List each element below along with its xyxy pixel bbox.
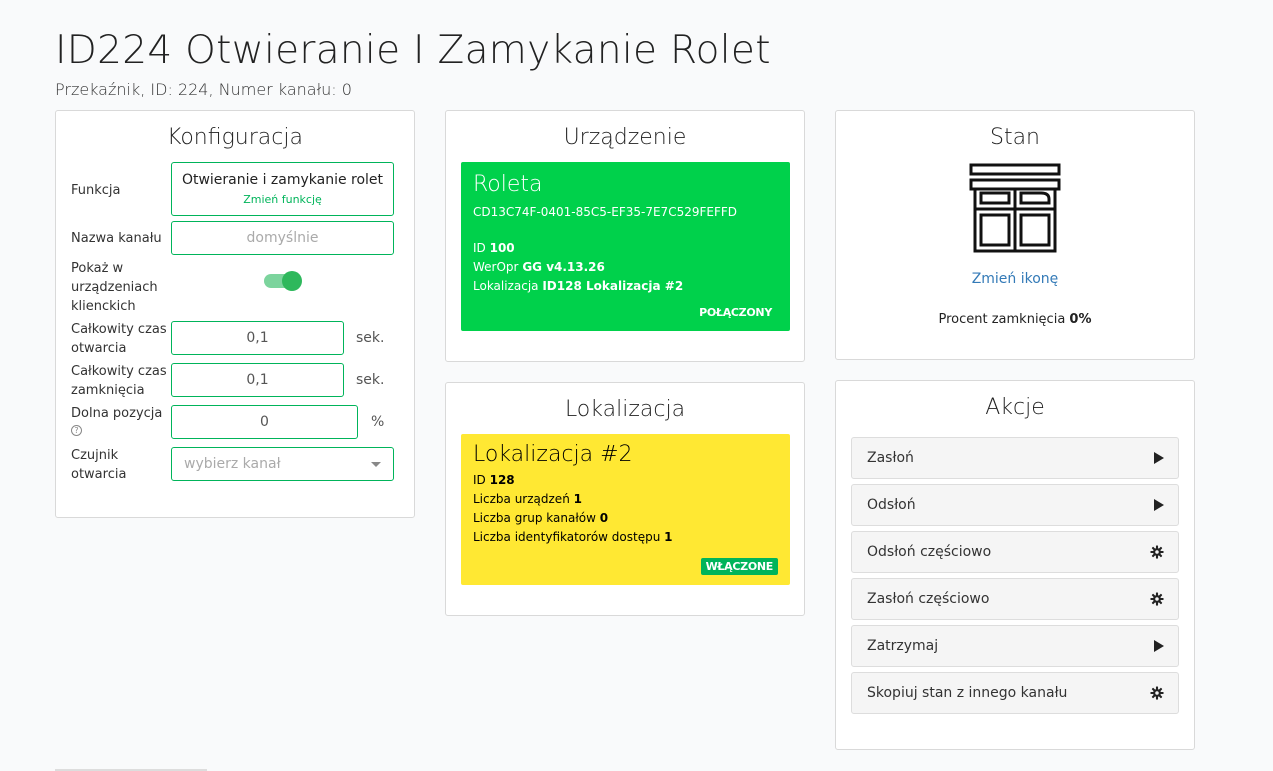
open-sensor-label: Czujnik otwarcia <box>71 446 126 484</box>
device-panel: Urządzenie Roleta CD13C74F-0401-85C5-EF3… <box>445 110 805 362</box>
play-icon <box>1154 640 1164 652</box>
function-label: Funkcja <box>71 183 121 198</box>
location-status-badge: WŁĄCZONE <box>700 558 778 575</box>
action-label: Skopiuj stan z innego kanału <box>867 685 1068 701</box>
device-location-line: Lokalizacja ID128 Lokalizacja #2 <box>473 277 778 296</box>
device-location-value: ID128 Lokalizacja #2 <box>542 279 684 293</box>
configuration-panel: Konfiguracja Funkcja Otwieranie i zamyka… <box>55 110 415 518</box>
open-time-label-line-2: otwarcia <box>71 341 127 356</box>
sensor-label-line-1: Czujnik <box>71 448 119 463</box>
play-icon <box>1154 452 1164 464</box>
action-label: Zasłoń <box>867 450 914 466</box>
actions-title: Akcje <box>985 395 1045 420</box>
action-reveal-shut-button[interactable]: Zasłoń <box>851 437 1179 479</box>
gear-icon <box>1150 686 1164 700</box>
action-reveal-partially-button[interactable]: Odsłoń częściowo <box>851 531 1179 573</box>
bottom-position-label: Dolna pozycja <box>71 406 163 421</box>
location-id-label: ID <box>473 473 486 487</box>
open-time-input[interactable]: 0,1 <box>171 321 344 355</box>
close-time-label-line-1: Całkowity czas <box>71 364 167 379</box>
location-access-line: Liczba identyfikatorów dostępu 1 <box>473 528 778 547</box>
action-shut-partially-button[interactable]: Zasłoń częściowo <box>851 578 1179 620</box>
channel-name-label: Nazwa kanału <box>71 231 162 246</box>
device-firmware-line: WerOpr GG v4.13.26 <box>473 258 778 277</box>
gear-icon <box>1150 545 1164 559</box>
chevron-down-icon <box>371 462 381 467</box>
state-title: Stan <box>989 125 1040 150</box>
location-panel: Lokalizacja Lokalizacja #2 ID 128 Liczba… <box>445 382 805 616</box>
show-label-line-3: klienckich <box>71 299 136 314</box>
location-card[interactable]: Lokalizacja #2 ID 128 Liczba urządzeń 1 … <box>461 434 790 585</box>
open-time-label-line-1: Całkowity czas <box>71 322 167 337</box>
action-label: Zasłoń częściowo <box>867 591 990 607</box>
change-icon-link[interactable]: Zmień ikonę <box>836 271 1194 287</box>
action-reveal-button[interactable]: Odsłoń <box>851 484 1179 526</box>
device-id-label: ID <box>473 241 486 255</box>
configuration-title: Konfiguracja <box>167 125 303 150</box>
location-devices-value: 1 <box>573 492 582 506</box>
function-box[interactable]: Otwieranie i zamykanie rolet Zmień funkc… <box>171 162 394 216</box>
location-access-value: 1 <box>664 530 673 544</box>
close-time-unit: sek. <box>356 372 385 388</box>
gear-icon <box>1150 592 1164 606</box>
open-time-label: Całkowity czas otwarcia <box>71 320 167 358</box>
close-time-input[interactable]: 0,1 <box>171 363 344 397</box>
play-icon <box>1154 499 1164 511</box>
close-time-label: Całkowity czas zamknięcia <box>71 362 167 400</box>
action-label: Odsłoń częściowo <box>867 544 992 560</box>
location-access-label: Liczba identyfikatorów dostępu <box>473 530 661 544</box>
device-name: Roleta <box>473 172 543 197</box>
device-status: POŁĄCZONY <box>699 306 772 319</box>
location-groups-value: 0 <box>599 511 609 525</box>
device-firmware-value: GG v4.13.26 <box>522 260 605 274</box>
page-title: ID224 Otwieranie I Zamykanie Rolet <box>55 28 771 73</box>
location-groups-line: Liczba grup kanałów 0 <box>473 509 778 528</box>
help-icon[interactable]: ? <box>71 425 82 436</box>
device-title: Urządzenie <box>563 125 687 150</box>
device-guid: CD13C74F-0401-85C5-EF35-7E7C529FEFFD <box>473 205 737 219</box>
location-devices-line: Liczba urządzeń 1 <box>473 490 778 509</box>
action-label: Odsłoń <box>867 497 916 513</box>
show-in-clients-toggle[interactable] <box>264 271 302 291</box>
show-label-line-2: urządzeniach <box>71 280 158 295</box>
action-copy-state-button[interactable]: Skopiuj stan z innego kanału <box>851 672 1179 714</box>
location-name: Lokalizacja #2 <box>473 442 633 467</box>
channel-name-input[interactable]: domyślnie <box>171 221 394 255</box>
open-time-unit: sek. <box>356 330 385 346</box>
bottom-position-input[interactable]: 0 <box>171 405 358 439</box>
action-label: Zatrzymaj <box>867 638 939 654</box>
closing-percent-label: Procent zamknięcia <box>938 312 1066 327</box>
toggle-knob <box>282 271 302 291</box>
location-title: Lokalizacja <box>564 397 686 422</box>
closing-percent-value: 0% <box>1069 312 1092 327</box>
change-function-link[interactable]: Zmień funkcję <box>172 193 393 206</box>
open-sensor-select[interactable]: wybierz kanał <box>171 447 394 481</box>
device-card[interactable]: Roleta CD13C74F-0401-85C5-EF35-7E7C529FE… <box>461 162 790 331</box>
device-id-value: 100 <box>489 241 515 255</box>
close-time-label-line-2: zamknięcia <box>71 383 145 398</box>
function-value: Otwieranie i zamykanie rolet <box>181 172 384 188</box>
open-sensor-select-value: wybierz kanał <box>184 456 281 472</box>
sensor-label-line-2: otwarcia <box>71 467 127 482</box>
action-stop-button[interactable]: Zatrzymaj <box>851 625 1179 667</box>
device-firmware-label: WerOpr <box>473 260 519 274</box>
closing-percent: Procent zamknięcia 0% <box>836 312 1194 327</box>
state-panel: Stan Zmień ikonę Procent zamknięcia 0% <box>835 110 1195 360</box>
location-devices-label: Liczba urządzeń <box>473 492 570 506</box>
location-id-line: ID 128 <box>473 471 778 490</box>
location-groups-label: Liczba grup kanałów <box>473 511 596 525</box>
device-id-line: ID 100 <box>473 239 778 258</box>
page-subtitle: Przekaźnik, ID: 224, Numer kanału: 0 <box>55 80 352 99</box>
roller-shutter-icon <box>969 163 1061 253</box>
show-label-line-1: Pokaż w <box>71 261 124 276</box>
location-id-value: 128 <box>489 473 515 487</box>
show-in-clients-label: Pokaż w urządzeniach klienckich <box>71 259 158 316</box>
bottom-position-unit: % <box>371 414 385 430</box>
actions-panel: Akcje Zasłoń Odsłoń Odsłoń częściowo Zas… <box>835 380 1195 750</box>
device-location-label: Lokalizacja <box>473 279 539 293</box>
